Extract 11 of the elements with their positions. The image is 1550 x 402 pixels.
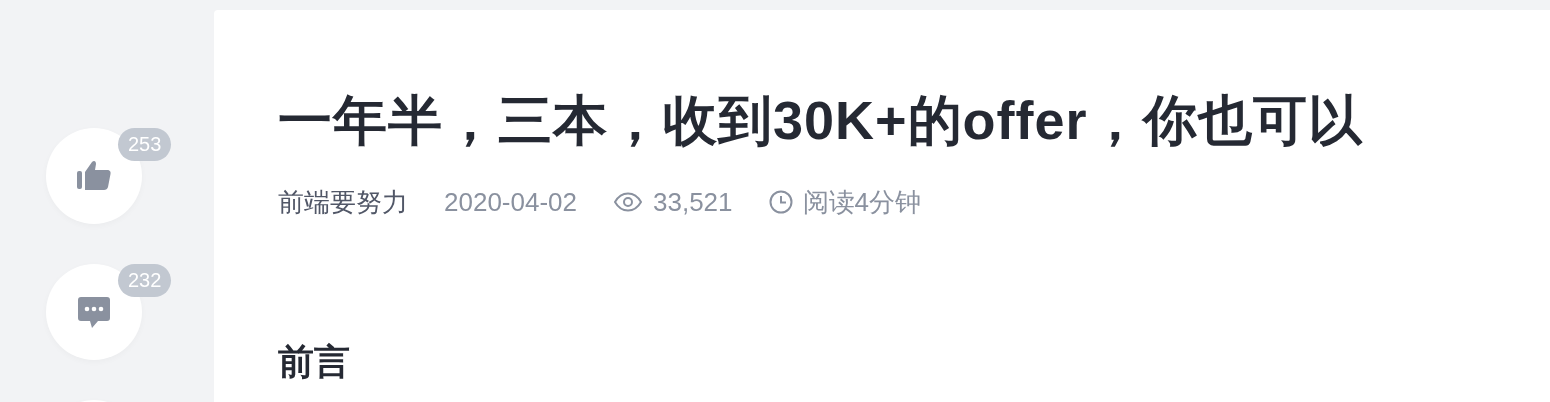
section-heading: 前言 — [278, 339, 351, 383]
author-name[interactable]: 前端要努力 — [278, 182, 408, 222]
count-badge: 253 — [118, 128, 172, 161]
publish-date: 2020-04-02 — [444, 185, 577, 219]
article-title: 一年半，三本，收到30K+的offer，你也可以 — [278, 89, 1364, 152]
clock-icon — [768, 190, 793, 215]
view-count: 33,521 — [653, 185, 733, 219]
eye-icon — [613, 192, 643, 213]
reading-time: 阅读4分钟 — [802, 185, 921, 219]
comment-icon — [76, 294, 112, 330]
count-badge: 232 — [118, 264, 172, 297]
